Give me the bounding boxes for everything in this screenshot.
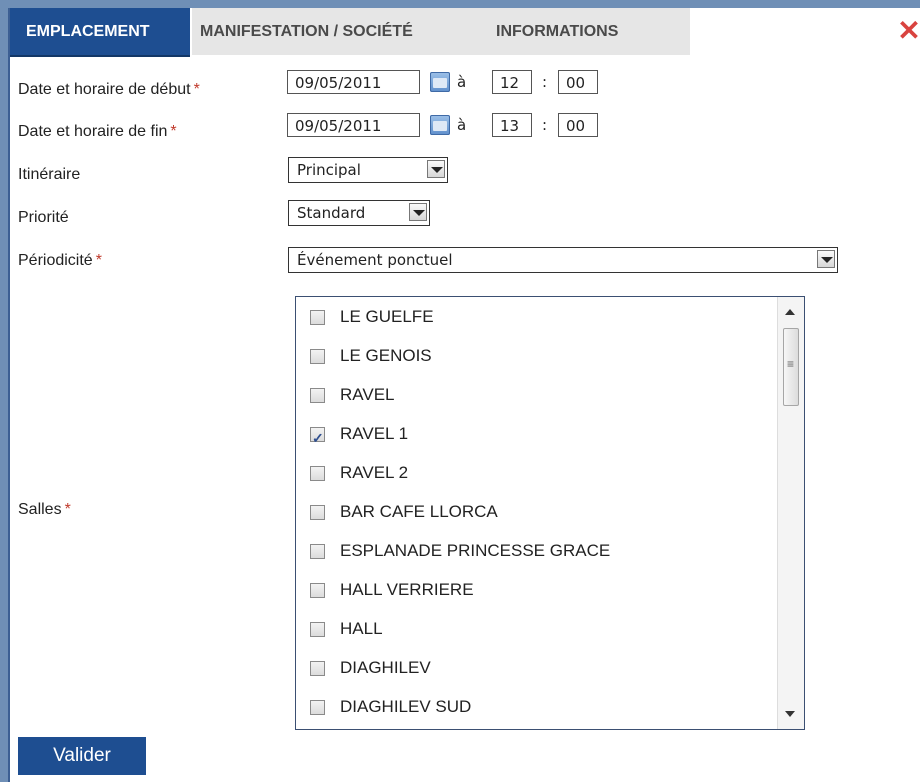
chevron-down-icon xyxy=(817,250,835,268)
checkbox[interactable] xyxy=(310,349,325,364)
list-item-label: RAVEL 1 xyxy=(340,424,409,443)
list-item-label: HALL VERRIERE xyxy=(340,580,474,599)
tab-emplacement[interactable]: EMPLACEMENT xyxy=(10,8,190,57)
list-item-label: RAVEL xyxy=(340,385,395,404)
calendar-icon[interactable] xyxy=(430,72,450,92)
close-icon[interactable]: ✕ xyxy=(896,17,920,45)
priorite-select[interactable]: Standard xyxy=(288,200,430,226)
chevron-down-icon xyxy=(427,160,445,178)
end-date-label: Date et horaire de fin * xyxy=(18,123,177,140)
start-a-label: à xyxy=(457,73,467,91)
start-minute-input[interactable]: 00 xyxy=(558,70,598,94)
end-hour-input[interactable]: 13 xyxy=(492,113,532,137)
start-hour-input[interactable]: 12 xyxy=(492,70,532,94)
checkbox[interactable] xyxy=(310,505,325,520)
start-date-input[interactable]: 09/05/2011 xyxy=(287,70,420,94)
tab-bar: EMPLACEMENT MANIFESTATION / SOCIÉTÉ INFO… xyxy=(10,8,920,57)
scroll-up-icon[interactable] xyxy=(785,309,795,315)
periodicite-select[interactable]: Événement ponctuel xyxy=(288,247,838,273)
start-time-separator: : xyxy=(542,73,548,91)
start-date-label: Date et horaire de début * xyxy=(18,81,200,98)
list-item-label: HALL xyxy=(340,619,383,638)
list-item-label: LE GENOIS xyxy=(340,346,432,365)
checkbox[interactable] xyxy=(310,310,325,325)
itineraire-label: Itinéraire xyxy=(18,166,81,183)
end-minute-input[interactable]: 00 xyxy=(558,113,598,137)
list-item-label: RAVEL 2 xyxy=(340,463,409,482)
checkbox[interactable] xyxy=(310,700,325,715)
periodicite-label: Périodicité * xyxy=(18,252,102,269)
tab-informations[interactable]: INFORMATIONS xyxy=(480,8,690,55)
checkbox[interactable] xyxy=(310,423,325,453)
calendar-icon[interactable] xyxy=(430,115,450,135)
scroll-down-icon[interactable] xyxy=(785,711,795,717)
form-panel: EMPLACEMENT MANIFESTATION / SOCIÉTÉ INFO… xyxy=(8,8,920,782)
valider-button[interactable]: Valider xyxy=(18,737,146,775)
list-item-label: LE GUELFE xyxy=(340,307,434,326)
list-item-label: DIAGHILEV xyxy=(340,658,431,677)
priorite-label: Priorité xyxy=(18,209,69,226)
list-item-label: BAR CAFE LLORCA xyxy=(340,502,498,521)
checkbox[interactable] xyxy=(310,661,325,676)
salles-label: Salles * xyxy=(18,501,71,518)
salles-listbox[interactable]: LE GUELFE LE GENOIS RAVEL RAVEL 1 RAVEL 2 BAR… xyxy=(295,296,805,730)
end-a-label: à xyxy=(457,116,467,134)
scroll-thumb[interactable] xyxy=(783,328,799,406)
list-item-label: DIAGHILEV SUD xyxy=(340,697,472,716)
checkbox[interactable] xyxy=(310,466,325,481)
checkbox[interactable] xyxy=(310,544,325,559)
tab-manifestation-societe[interactable]: MANIFESTATION / SOCIÉTÉ xyxy=(192,8,456,55)
chevron-down-icon xyxy=(409,203,427,221)
checkbox[interactable] xyxy=(310,622,325,637)
checkbox[interactable] xyxy=(310,388,325,403)
listbox-scrollbar[interactable] xyxy=(777,297,804,729)
end-time-separator: : xyxy=(542,116,548,134)
itineraire-select[interactable]: Principal xyxy=(288,157,448,183)
list-item-label: ESPLANADE PRINCESSE GRACE xyxy=(340,541,611,560)
end-date-input[interactable]: 09/05/2011 xyxy=(287,113,420,137)
checkbox[interactable] xyxy=(310,583,325,598)
